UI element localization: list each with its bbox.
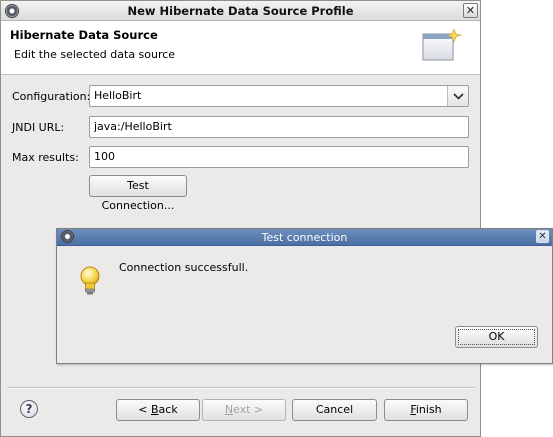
ok-button[interactable]: OK	[455, 326, 538, 348]
back-rest: ack	[158, 403, 178, 416]
chevron-down-icon	[453, 93, 464, 100]
configuration-label: Configuration:	[12, 90, 91, 103]
back-mnemonic: B	[151, 403, 159, 416]
dialog-titlebar[interactable]: Test connection ✕	[57, 229, 552, 246]
footer-separator	[7, 387, 474, 389]
wizard-banner: Hibernate Data Source Edit the selected …	[1, 21, 480, 75]
dialog-title: Test connection	[261, 231, 348, 244]
banner-description: Edit the selected data source	[14, 48, 176, 61]
lightbulb-icon	[80, 266, 100, 295]
back-prefix: <	[138, 403, 151, 416]
next-button[interactable]: Next >	[202, 399, 286, 421]
next-mnemonic: N	[224, 403, 234, 416]
window-title: New Hibernate Data Source Profile	[127, 4, 354, 18]
back-button[interactable]: < Back	[116, 399, 200, 421]
wizard-window-icon	[422, 28, 463, 61]
dialog-close-button[interactable]: ✕	[536, 230, 549, 243]
test-connection-dialog: Test connection ✕ Connection successfull…	[56, 228, 553, 364]
dialog-message: Connection successfull.	[119, 261, 249, 274]
configuration-dropdown[interactable]: HelloBirt	[89, 85, 469, 107]
banner-title: Hibernate Data Source	[10, 28, 158, 42]
max-results-input[interactable]: 100	[89, 146, 469, 168]
configuration-value: HelloBirt	[94, 89, 142, 102]
finish-rest: inish	[415, 403, 442, 416]
jndi-url-label: JNDI URL:	[12, 121, 65, 134]
wizard-window: New Hibernate Data Source Profile ✕ Hibe…	[0, 0, 481, 437]
help-icon[interactable]: ?	[20, 400, 38, 418]
test-connection-button[interactable]: Test Connection...	[89, 175, 187, 212]
cancel-button[interactable]: Cancel	[292, 399, 377, 421]
window-titlebar[interactable]: New Hibernate Data Source Profile ✕	[1, 1, 480, 21]
next-rest: ext >	[233, 403, 264, 416]
max-results-label: Max results:	[12, 151, 79, 164]
finish-button[interactable]: Finish	[384, 399, 468, 421]
window-close-button[interactable]: ✕	[463, 3, 478, 18]
jndi-url-input[interactable]: java:/HelloBirt	[89, 116, 469, 138]
dropdown-toggle[interactable]	[447, 86, 468, 106]
